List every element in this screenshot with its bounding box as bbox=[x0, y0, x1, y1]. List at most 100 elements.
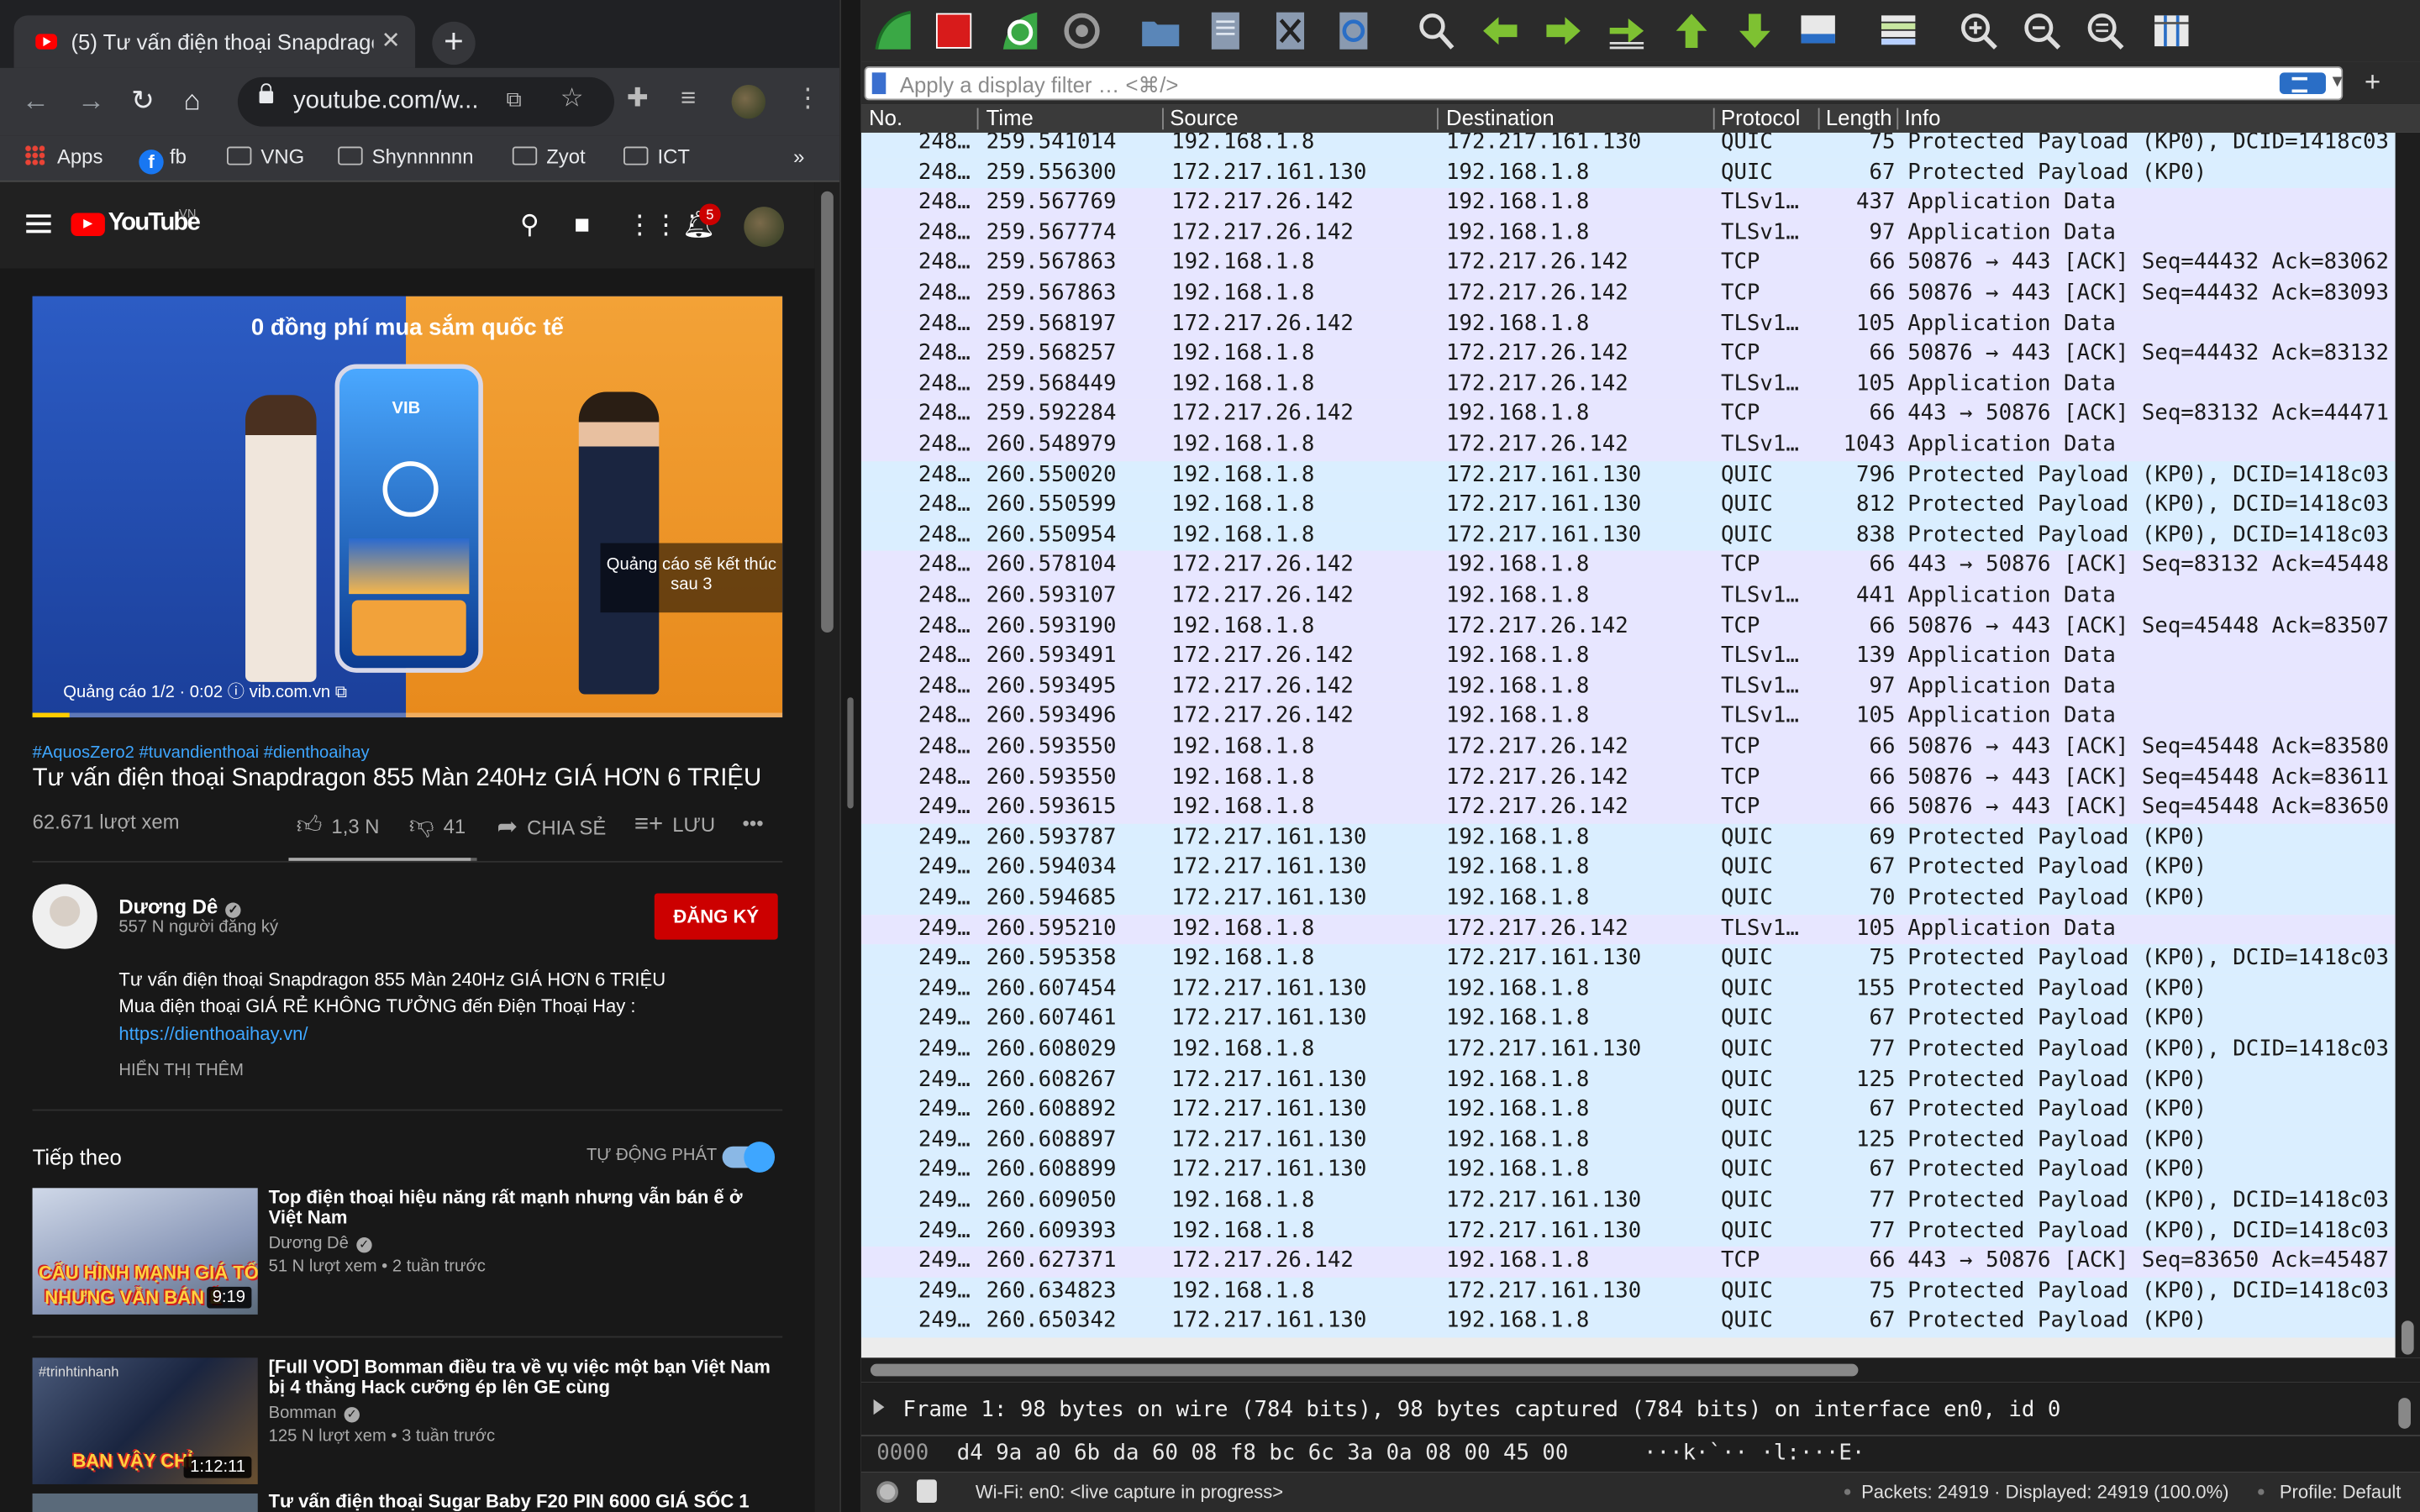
ad-progress-bar[interactable] bbox=[32, 712, 783, 718]
display-filter-input[interactable]: Apply a display filter … <⌘/> ▼ bbox=[864, 66, 2346, 101]
profile-avatar[interactable] bbox=[731, 85, 766, 119]
column-header-info[interactable]: Info bbox=[1905, 105, 1941, 129]
bytes-hex[interactable]: d4 9a a0 6b da 60 08 f8 bc 6c 3a 0a 08 0… bbox=[957, 1441, 1569, 1466]
column-header-destination[interactable]: Destination bbox=[1446, 105, 1555, 129]
packet-row[interactable]: 249… 260.609393 192.168.1.8 172.217.161.130… bbox=[860, 1216, 2396, 1247]
packet-row[interactable]: 248… 259.592284 172.217.26.142 192.168.1.8 T… bbox=[860, 400, 2396, 431]
first-packet-icon[interactable] bbox=[1670, 9, 1712, 52]
column-header-protocol[interactable]: Protocol bbox=[1721, 105, 1800, 129]
packet-row[interactable]: 248… 259.567774 172.217.26.142 192.168.1.8 T… bbox=[860, 218, 2396, 249]
go-to-packet-icon[interactable] bbox=[1605, 9, 1648, 52]
column-divider[interactable] bbox=[1712, 108, 1715, 130]
back-icon[interactable]: ← bbox=[22, 85, 50, 118]
packet-row[interactable]: 248… 260.593550 192.168.1.8 172.217.26.142 T… bbox=[860, 763, 2396, 794]
video-channel[interactable]: Bomman ✓ bbox=[269, 1404, 360, 1423]
packet-row[interactable]: 248… 260.593496 172.217.26.142 192.168.1.8 T… bbox=[860, 702, 2396, 733]
packet-row[interactable]: 249… 260.608892 172.217.161.130 192.168.1.8… bbox=[860, 1095, 2396, 1126]
capture-comment-icon[interactable] bbox=[917, 1479, 937, 1503]
packet-row[interactable]: 248… 260.578104 172.217.26.142 192.168.1.8 T… bbox=[860, 551, 2396, 582]
video-thumbnail[interactable] bbox=[32, 1493, 258, 1512]
last-packet-icon[interactable] bbox=[1733, 9, 1776, 52]
packet-row[interactable]: 249… 260.595210 192.168.1.8 172.217.26.142 T… bbox=[860, 914, 2396, 945]
lock-icon[interactable] bbox=[259, 83, 274, 104]
restart-capture-icon[interactable] bbox=[997, 9, 1040, 52]
packet-row[interactable]: 249… 260.608267 172.217.161.130 192.168.1.8… bbox=[860, 1065, 2396, 1096]
packet-row[interactable]: 248… 260.593190 192.168.1.8 172.217.26.142 T… bbox=[860, 612, 2396, 643]
address-bar[interactable]: youtube.com/w... ⧉ ☆ bbox=[237, 76, 615, 127]
column-header-length[interactable]: Length bbox=[1826, 105, 1894, 129]
media-control-icon[interactable]: ≡ bbox=[681, 83, 696, 114]
packet-row[interactable]: 249… 260.593615 192.168.1.8 172.217.26.142 T… bbox=[860, 793, 2396, 824]
frame-summary[interactable]: Frame 1: 98 bytes on wire (784 bits), 98… bbox=[902, 1398, 2060, 1422]
packet-row[interactable]: 248… 259.567769 172.217.26.142 192.168.1.8 T… bbox=[860, 188, 2396, 219]
column-divider[interactable] bbox=[976, 108, 979, 130]
recommended-video[interactable]: #trinhtinhanh BẠN VẬY CHỈ 1:12:11 [Full … bbox=[32, 1357, 783, 1484]
like-button[interactable]: 👍︎ 1,3 N bbox=[297, 811, 380, 841]
packet-row[interactable]: 248… 260.550020 192.168.1.8 172.217.161.130… bbox=[860, 460, 2396, 491]
resize-columns-icon[interactable] bbox=[2150, 9, 2193, 52]
subscribe-button[interactable]: ĐĂNG KÝ bbox=[654, 893, 778, 940]
recommended-video[interactable]: CẤU HÌNH MẠNH GIÁ TỐT NHƯNG VẪN BÁN Ế 9:… bbox=[32, 1187, 783, 1315]
packet-row[interactable]: 249… 260.650342 172.217.161.130 192.168.1.8… bbox=[860, 1307, 2396, 1338]
packet-row[interactable]: 248… 260.550599 192.168.1.8 172.217.161.130… bbox=[860, 491, 2396, 522]
filter-bookmark-icon[interactable] bbox=[871, 72, 886, 95]
forward-icon[interactable]: → bbox=[77, 85, 105, 118]
hamburger-menu-icon[interactable] bbox=[26, 214, 51, 234]
home-icon[interactable]: ⌂ bbox=[184, 85, 201, 118]
video-player-ad[interactable]: 0 đồng phí mua sắm quốc tế VIB Quảng cáo… bbox=[32, 296, 783, 718]
normal-size-icon[interactable] bbox=[2084, 9, 2127, 52]
packet-row[interactable]: 248… 259.568257 192.168.1.8 172.217.26.142 T… bbox=[860, 339, 2396, 370]
packet-row[interactable]: 249… 260.594034 172.217.161.130 192.168.1.8… bbox=[860, 853, 2396, 885]
column-divider[interactable] bbox=[1818, 108, 1820, 130]
packet-row[interactable]: 248… 259.568449 192.168.1.8 172.217.26.142 T… bbox=[860, 370, 2396, 401]
column-header-no[interactable]: No. bbox=[869, 105, 902, 129]
translate-icon[interactable]: ⧉ bbox=[506, 87, 521, 113]
packet-row[interactable]: 249… 260.607461 172.217.161.130 192.168.1.8… bbox=[860, 1005, 2396, 1036]
channel-name[interactable]: Dương Dê ✓ bbox=[118, 895, 241, 918]
status-profile[interactable]: Profile: Default bbox=[2280, 1481, 2402, 1503]
bookmark-fb[interactable]: f fb bbox=[139, 145, 187, 175]
external-link-icon[interactable]: ⧉ bbox=[335, 684, 347, 702]
packet-row[interactable]: 249… 260.608899 172.217.161.130 192.168.1.8… bbox=[860, 1156, 2396, 1187]
filter-history-dropdown-icon[interactable]: ▼ bbox=[2329, 72, 2346, 91]
column-divider[interactable] bbox=[1897, 108, 1899, 130]
scrollbar-thumb[interactable] bbox=[2401, 1320, 2414, 1355]
apply-filter-icon[interactable] bbox=[2279, 72, 2326, 95]
packet-row[interactable]: 249… 260.608029 192.168.1.8 172.217.161.130… bbox=[860, 1035, 2396, 1066]
scrollbar-thumb[interactable] bbox=[821, 191, 834, 633]
packet-row[interactable]: 248… 260.550954 192.168.1.8 172.217.161.130… bbox=[860, 521, 2396, 552]
packet-row[interactable]: 248… 260.593550 192.168.1.8 172.217.26.142 T… bbox=[860, 732, 2396, 764]
menu-kebab-icon[interactable]: ⋮ bbox=[795, 83, 821, 114]
zoom-out-icon[interactable] bbox=[2020, 9, 2063, 52]
browser-tab[interactable]: (5) Tư vấn điện thoại Snapdragon 855 Màn… bbox=[13, 15, 416, 68]
packet-row[interactable]: 248… 259.556300 172.217.161.130 192.168.1.8… bbox=[860, 158, 2396, 189]
packet-row[interactable]: 249… 260.607454 172.217.161.130 192.168.1.8… bbox=[860, 974, 2396, 1005]
create-video-icon[interactable]: ■ bbox=[574, 210, 590, 241]
packet-row[interactable]: 248… 259.541014 192.168.1.8 172.217.161.130… bbox=[860, 132, 2396, 159]
share-button[interactable]: ➦ CHIA SẺ bbox=[497, 811, 606, 843]
reload-file-icon[interactable] bbox=[1332, 9, 1375, 52]
video-title[interactable]: Tư vấn điện thoại Sugar Baby F20 PIN 600… bbox=[269, 1491, 778, 1512]
page-scrollbar[interactable] bbox=[814, 181, 840, 1512]
open-file-icon[interactable] bbox=[1139, 9, 1182, 52]
extensions-icon[interactable]: ✚ bbox=[627, 83, 649, 114]
scrollbar-thumb[interactable] bbox=[2398, 1398, 2411, 1429]
new-tab-button[interactable]: + bbox=[432, 21, 476, 66]
video-channel[interactable]: Dương Dê ✓ bbox=[269, 1234, 372, 1253]
bookmarks-overflow-icon[interactable]: » bbox=[793, 145, 804, 169]
go-forward-icon[interactable] bbox=[1542, 9, 1585, 52]
packet-row[interactable]: 249… 260.634823 192.168.1.8 172.217.161.130… bbox=[860, 1277, 2396, 1308]
bookmark-star-icon[interactable]: ☆ bbox=[560, 83, 584, 114]
packet-row[interactable]: 248… 260.593107 172.217.26.142 192.168.1.8 T… bbox=[860, 581, 2396, 612]
bookmark-apps[interactable]: Apps bbox=[24, 144, 103, 168]
autoplay-toggle[interactable] bbox=[722, 1142, 776, 1173]
packet-row[interactable]: 248… 259.567863 192.168.1.8 172.217.26.142 T… bbox=[860, 249, 2396, 280]
recommended-video[interactable]: Tư vấn điện thoại Sugar Baby F20 PIN 600… bbox=[32, 1491, 783, 1512]
colorize-icon[interactable] bbox=[1876, 9, 1919, 52]
packet-row[interactable]: 249… 260.608897 172.217.161.130 192.168.1.8… bbox=[860, 1126, 2396, 1157]
packet-row[interactable]: 248… 260.593495 172.217.26.142 192.168.1.8 T… bbox=[860, 672, 2396, 703]
packet-row[interactable]: 249… 260.595358 192.168.1.8 172.217.161.130… bbox=[860, 944, 2396, 975]
split-divider[interactable] bbox=[839, 0, 861, 1512]
column-header-source[interactable]: Source bbox=[1170, 105, 1238, 129]
zoom-in-icon[interactable] bbox=[1957, 9, 2000, 52]
